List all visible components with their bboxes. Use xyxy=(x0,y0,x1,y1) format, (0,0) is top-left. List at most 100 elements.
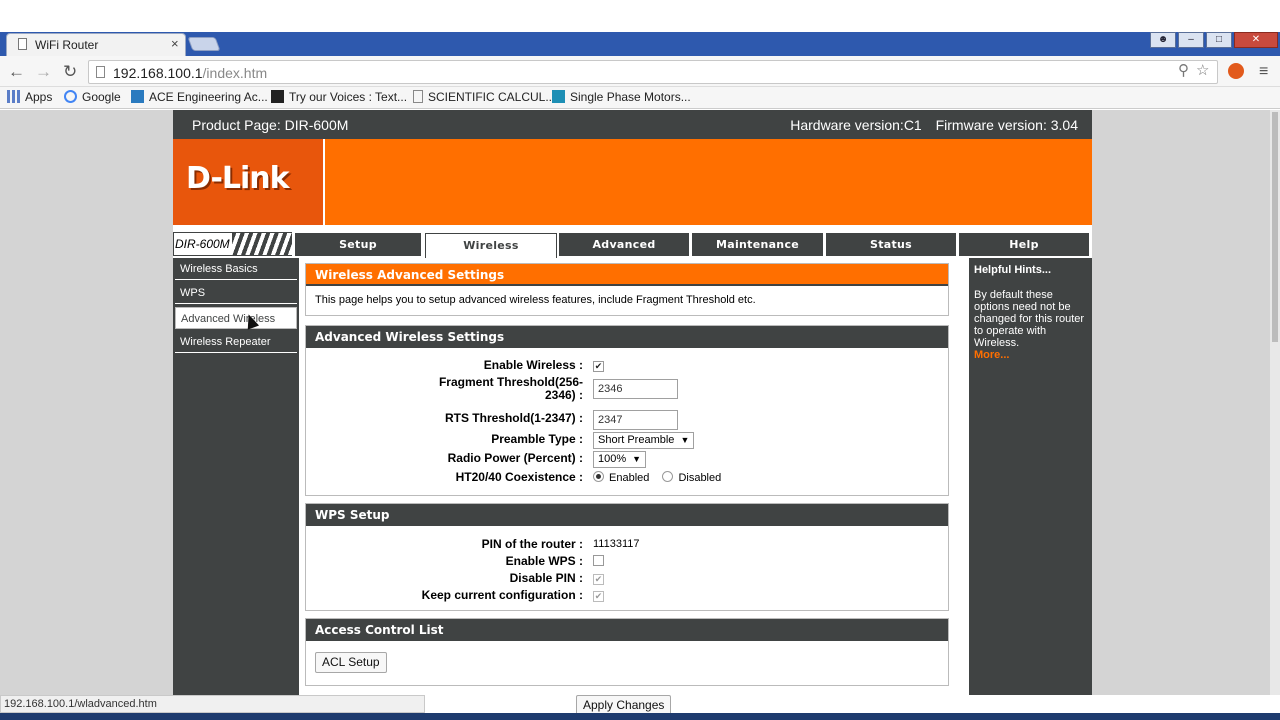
dlink-banner: D-Link xyxy=(173,139,1092,225)
eq-icon xyxy=(552,90,565,103)
top-navigation: DIR-600M Setup Wireless Advanced Mainten… xyxy=(173,232,1092,258)
tab-advanced[interactable]: Advanced xyxy=(559,233,689,256)
bookmark-apps[interactable]: Apps xyxy=(7,90,52,104)
tab-wireless[interactable]: Wireless xyxy=(425,233,557,258)
version-info: Hardware version:C1 Firmware version: 3.… xyxy=(780,117,1078,133)
bookmark-label: ACE Engineering Ac... xyxy=(149,90,268,104)
fragment-threshold-value xyxy=(593,379,678,399)
reload-icon[interactable]: ↻ xyxy=(63,62,77,82)
hardware-version: Hardware version:C1 xyxy=(790,117,922,133)
acl-section: Access Control List ACL Setup xyxy=(305,618,949,686)
hints-body: By default these options need not be cha… xyxy=(974,289,1085,349)
model-box: DIR-600M xyxy=(173,232,292,256)
bookmark-ace[interactable]: ACE Engineering Ac... xyxy=(131,90,268,104)
field-label: Enable Wireless : xyxy=(483,358,583,372)
apps-grid-icon xyxy=(7,90,20,103)
tab-title: WiFi Router xyxy=(35,38,99,52)
sidebar-item-advanced-wireless[interactable]: Advanced Wireless xyxy=(175,307,297,329)
page-icon xyxy=(96,66,105,78)
select-value: Short Preamble xyxy=(598,434,675,446)
coexistence-value: Enabled Disabled xyxy=(593,471,731,484)
url-host: 192.168.100.1 xyxy=(113,65,203,81)
field-label: Keep current configuration : xyxy=(421,588,583,602)
radio-power-select[interactable]: 100% ▼ xyxy=(593,451,647,468)
bookmark-motors[interactable]: Single Phase Motors... xyxy=(552,90,691,104)
select-value: 100% xyxy=(598,453,627,465)
sidebar-item-wireless-basics[interactable]: Wireless Basics xyxy=(175,258,297,280)
hints-title: Helpful Hints... xyxy=(974,264,1051,276)
keep-config-checkbox[interactable]: ✔ xyxy=(593,591,604,602)
menu-icon[interactable]: ≡ xyxy=(1259,63,1268,81)
rts-threshold-input[interactable] xyxy=(593,410,678,430)
section-title: Advanced Wireless Settings xyxy=(306,326,948,348)
status-bar: 192.168.100.1/wladvanced.htm xyxy=(0,695,425,713)
enable-wireless-checkbox[interactable]: ✔ xyxy=(593,361,604,372)
url-path: /index.htm xyxy=(202,65,268,81)
field-label: Disable PIN : xyxy=(509,571,583,585)
address-bar[interactable]: 192.168.100.1/index.htm xyxy=(88,60,1218,84)
key-icon[interactable]: ⚲ xyxy=(1178,61,1189,79)
model-stripes xyxy=(232,233,292,255)
extension-icon[interactable] xyxy=(1228,63,1244,79)
enable-wireless-value: ✔ xyxy=(593,359,604,372)
acl-button-wrap: ACL Setup xyxy=(315,652,387,673)
voices-icon xyxy=(271,90,284,103)
back-arrow-icon[interactable]: ← xyxy=(8,62,25,82)
hints-more-link[interactable]: More... xyxy=(974,349,1009,361)
field-label-line: Fragment Threshold(256- xyxy=(438,375,583,389)
bookmark-label: Google xyxy=(82,90,121,104)
model-name: DIR-600M xyxy=(175,237,230,251)
enable-wps-checkbox[interactable] xyxy=(593,555,604,566)
close-window-icon[interactable]: ✕ xyxy=(1234,32,1278,48)
new-tab-button[interactable] xyxy=(187,37,221,51)
tab-setup[interactable]: Setup xyxy=(295,233,421,256)
star-icon[interactable]: ☆ xyxy=(1196,61,1209,79)
dropdown-arrow-icon: ▼ xyxy=(632,454,642,464)
product-bar: Product Page: DIR-600M Hardware version:… xyxy=(173,110,1092,139)
scrollbar-thumb[interactable] xyxy=(1272,112,1278,342)
coexist-enabled-radio[interactable] xyxy=(593,471,604,482)
section-title: Access Control List xyxy=(306,619,948,641)
field-label: Radio Power (Percent) : xyxy=(447,451,583,465)
field-label: Fragment Threshold(256- 2346) : xyxy=(439,376,583,402)
window-controls: ☻ – □ ✕ xyxy=(1150,32,1280,50)
user-icon[interactable]: ☻ xyxy=(1150,32,1176,48)
preamble-select[interactable]: Short Preamble ▼ xyxy=(593,432,695,449)
disable-pin-checkbox[interactable]: ✔ xyxy=(593,574,604,585)
browser-tab[interactable]: WiFi Router × xyxy=(6,33,186,56)
field-label: Enable WPS : xyxy=(505,554,583,568)
banner-divider xyxy=(173,225,1092,232)
tab-close-icon[interactable]: × xyxy=(171,36,179,51)
sidebar-item-wireless-repeater[interactable]: Wireless Repeater xyxy=(175,331,297,353)
router-page: Product Page: DIR-600M Hardware version:… xyxy=(173,110,1092,695)
page-icon xyxy=(18,38,27,50)
field-label: RTS Threshold(1-2347) : xyxy=(444,411,583,425)
radio-label: Enabled xyxy=(609,472,650,484)
radio-label: Disabled xyxy=(678,472,722,484)
tab-status[interactable]: Status xyxy=(826,233,956,256)
field-label-line: 2346) : xyxy=(544,388,583,402)
maximize-icon[interactable]: □ xyxy=(1206,32,1232,48)
bookmark-google[interactable]: Google xyxy=(64,90,121,104)
tab-help[interactable]: Help xyxy=(959,233,1089,256)
dlink-logo: D-Link xyxy=(186,161,290,196)
sidebar-item-wps[interactable]: WPS xyxy=(175,282,297,304)
coexist-disabled-radio[interactable] xyxy=(662,471,674,482)
fragment-threshold-input[interactable] xyxy=(593,379,678,399)
keep-config-value: ✔ xyxy=(593,589,604,602)
dropdown-arrow-icon: ▼ xyxy=(680,435,690,445)
taskbar-strip xyxy=(0,713,1280,720)
acl-setup-button[interactable]: ACL Setup xyxy=(315,652,387,673)
minimize-icon[interactable]: – xyxy=(1178,32,1204,48)
bookmark-voices[interactable]: Try our Voices : Text... xyxy=(271,90,407,104)
pin-value: 11133117 xyxy=(593,538,640,550)
helpful-hints-panel: Helpful Hints... By default these option… xyxy=(969,258,1092,695)
url-text: 192.168.100.1/index.htm xyxy=(113,65,267,81)
page-viewport: Product Page: DIR-600M Hardware version:… xyxy=(0,110,1270,695)
bookmark-scientific[interactable]: SCIENTIFIC CALCUL... xyxy=(413,90,555,104)
wps-section: WPS Setup PIN of the router : 11133117 E… xyxy=(305,503,949,611)
tab-maintenance[interactable]: Maintenance xyxy=(692,233,823,256)
forward-arrow-icon[interactable]: → xyxy=(35,62,52,82)
radio-power-value: 100% ▼ xyxy=(593,451,647,468)
enable-wps-value xyxy=(593,555,604,568)
